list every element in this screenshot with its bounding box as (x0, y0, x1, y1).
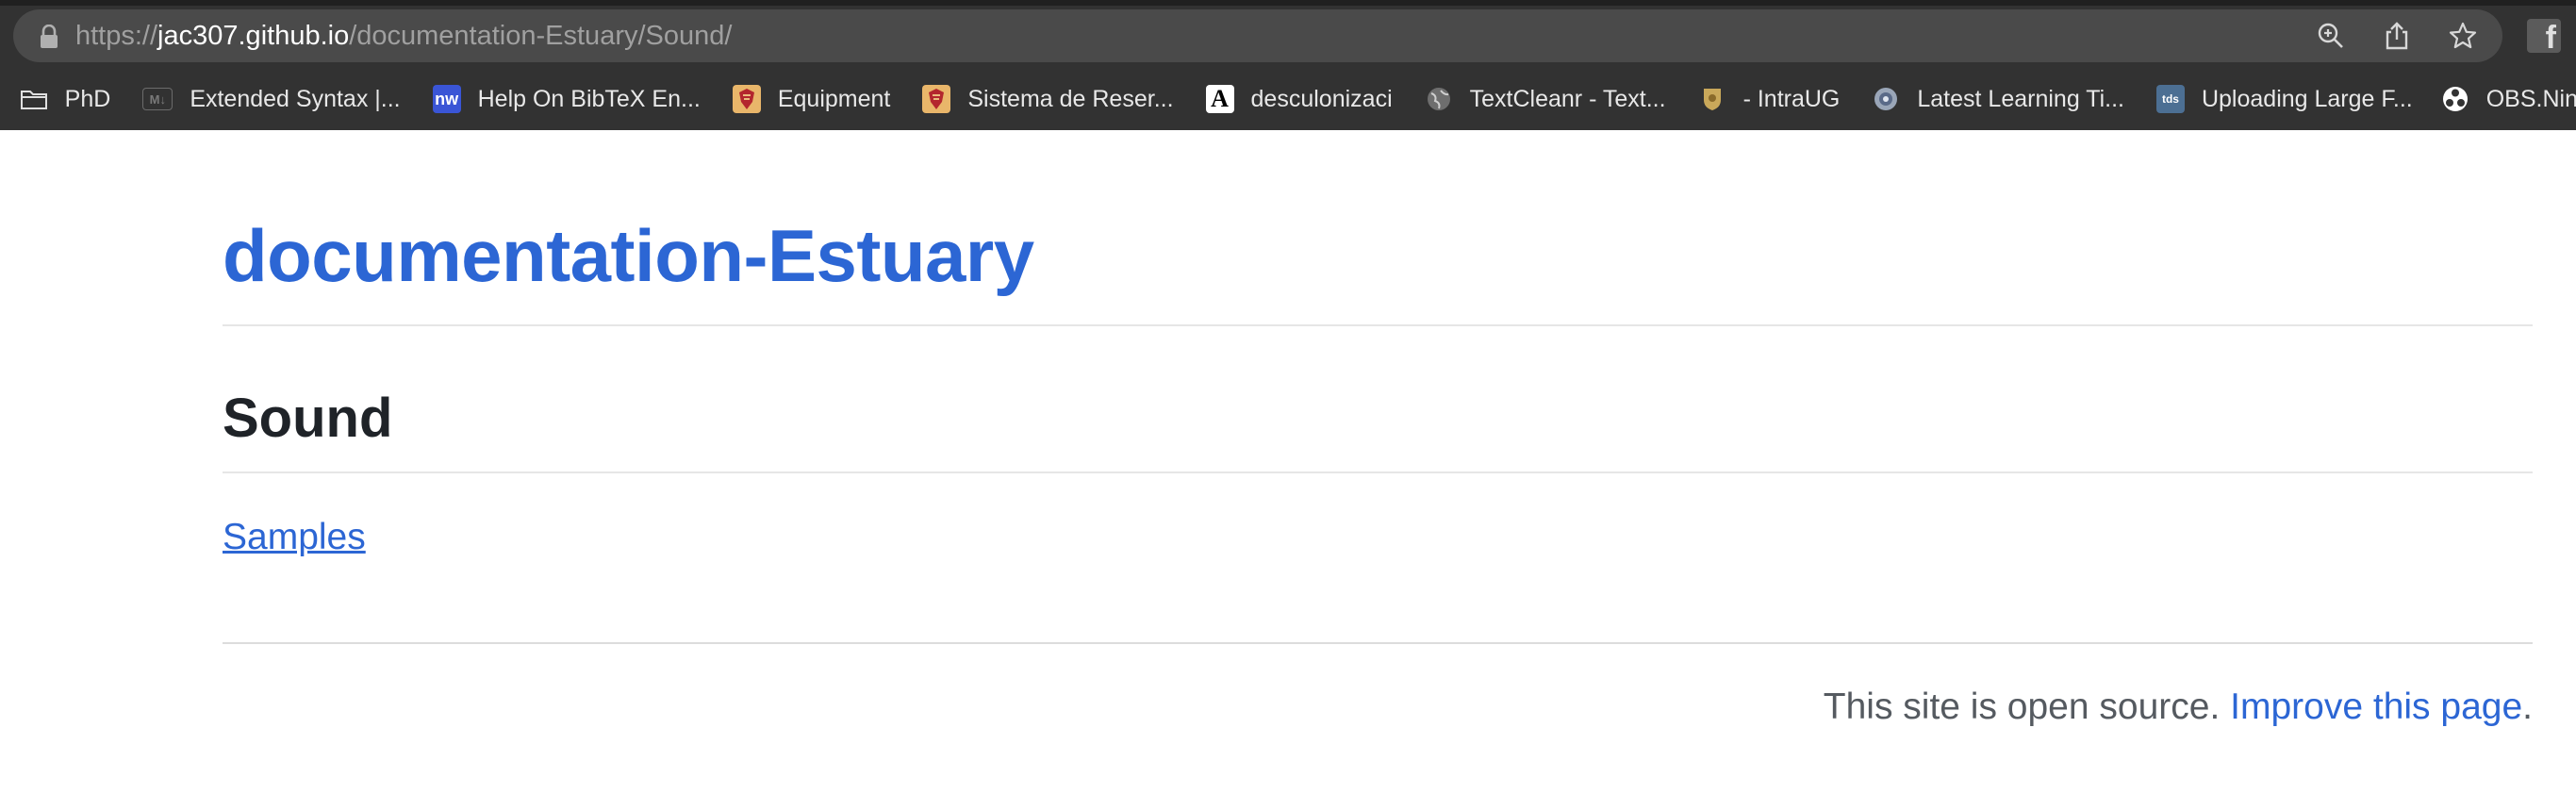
letter-a-icon: A (1205, 85, 1234, 113)
share-icon[interactable] (2380, 19, 2414, 53)
tds-icon: tds (2155, 85, 2185, 113)
browser-chrome: https://jac307.github.io/documentation-E… (0, 0, 2576, 130)
bookmark-phd[interactable]: PhD (20, 75, 111, 123)
bookmark-label: OBS.Nin (2485, 85, 2576, 112)
obs-icon (2441, 85, 2469, 113)
globe-icon (1425, 85, 1453, 113)
footer-period: . (2522, 686, 2533, 727)
zoom-icon[interactable] (2314, 19, 2348, 53)
improve-page-link[interactable]: Improve this page (2230, 686, 2522, 727)
disc-icon (1872, 85, 1900, 113)
address-bar[interactable]: https://jac307.github.io/documentation-E… (13, 9, 2502, 62)
address-bar-actions (2314, 9, 2480, 62)
page-title: Sound (223, 388, 393, 449)
site-footer: This site is open source. Improve this p… (1824, 686, 2533, 728)
header-divider (223, 324, 2533, 326)
nw-icon: nw (432, 85, 461, 113)
lock-icon (41, 25, 58, 48)
bookmark-uploading-large-files[interactable]: tds Uploading Large F... (2155, 75, 2413, 123)
bookmark-sistema-reservas[interactable]: Sistema de Reser... (922, 75, 1174, 123)
url-prefix: https:// (75, 21, 158, 51)
site-title-link[interactable]: documentation-Estuary (223, 213, 1034, 299)
bookmark-desculonizaci[interactable]: A desculonizaci (1205, 75, 1393, 123)
bookmark-star-icon[interactable] (2446, 19, 2480, 53)
bookmark-label: Sistema de Reser... (967, 85, 1174, 112)
bookmark-label: TextCleanr - Text... (1469, 85, 1666, 112)
bookmarks-overflow-left-icon[interactable]: › (0, 89, 1, 110)
bookmark-label: PhD (64, 85, 111, 112)
bookmark-bibtex-help[interactable]: nw Help On BibTeX En... (432, 75, 701, 123)
markdown-icon: M↓ (142, 88, 173, 110)
bookmark-label: desculonizaci (1250, 85, 1393, 112)
url-text[interactable]: https://jac307.github.io/documentation-E… (75, 9, 732, 62)
bookmark-textcleanr[interactable]: TextCleanr - Text... (1425, 75, 1666, 123)
bookmark-label: Equipment (777, 85, 891, 112)
footer-text: This site is open source. (1823, 686, 2231, 727)
bookmark-equipment[interactable]: Equipment (732, 75, 891, 123)
bookmark-intraug[interactable]: - IntraUG (1698, 75, 1841, 123)
facebook-extension-icon[interactable]: f (2527, 19, 2561, 53)
samples-link[interactable]: Samples (223, 517, 366, 558)
bookmark-label: - IntraUG (1742, 85, 1841, 112)
folder-icon (20, 85, 48, 113)
facebook-extension-letter: f (2545, 20, 2556, 53)
bookmark-extended-syntax[interactable]: M↓ Extended Syntax |... (142, 75, 401, 123)
bookmark-label: Uploading Large F... (2201, 85, 2413, 112)
title-divider (223, 471, 2533, 473)
url-path: /documentation-Estuary/Sound/ (349, 21, 733, 51)
bookmark-latest-learning[interactable]: Latest Learning Ti... (1872, 75, 2124, 123)
footer-divider (223, 642, 2533, 644)
crest-icon (732, 85, 761, 113)
bookmark-obs[interactable]: OBS.Nin (2441, 75, 2576, 123)
bookmark-label: Help On BibTeX En... (477, 85, 701, 112)
crest-icon (922, 85, 951, 113)
bookmarks-bar: › PhD M↓ Extended Syntax |... nw Help On… (0, 75, 2576, 123)
url-host: jac307.github.io (157, 21, 350, 51)
bookmark-label: Extended Syntax |... (190, 85, 401, 112)
bookmark-label: Latest Learning Ti... (1917, 85, 2124, 112)
shield-icon (1698, 85, 1726, 113)
